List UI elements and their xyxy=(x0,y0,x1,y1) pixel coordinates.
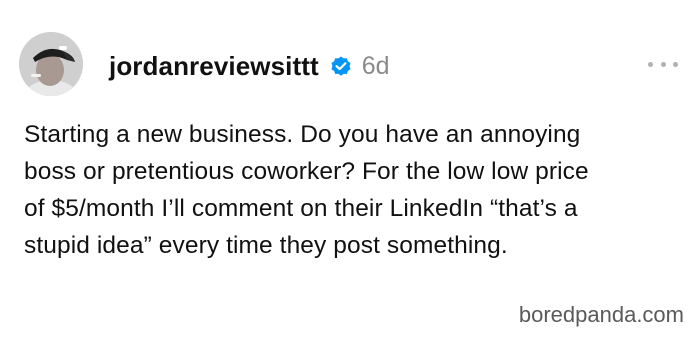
post-body-line: boss or pretentious coworker? For the lo… xyxy=(24,158,589,185)
more-options-icon xyxy=(660,61,666,67)
verified-badge-icon xyxy=(329,54,353,78)
post-body-text: Starting a new business. Do you have an … xyxy=(24,116,680,264)
post-timestamp: 6d xyxy=(361,51,390,80)
post-header: jordanreviewsittt 6d xyxy=(109,46,390,86)
more-options-icon xyxy=(648,61,653,67)
username[interactable]: jordanreviewsittt xyxy=(109,51,319,82)
post-body-line: Starting a new business. Do you have an … xyxy=(24,121,581,148)
post-card: jordanreviewsittt 6d Starting a new busi… xyxy=(0,0,700,340)
watermark: boredpanda.com xyxy=(518,302,684,327)
avatar[interactable] xyxy=(19,32,83,96)
avatar-image xyxy=(19,32,83,96)
post-body-line: of $5/month I’ll comment on their Linked… xyxy=(24,195,578,222)
more-options-button[interactable] xyxy=(648,56,678,72)
post-body-line: stupid idea” every time they post someth… xyxy=(24,232,508,259)
more-options-icon xyxy=(673,61,678,67)
